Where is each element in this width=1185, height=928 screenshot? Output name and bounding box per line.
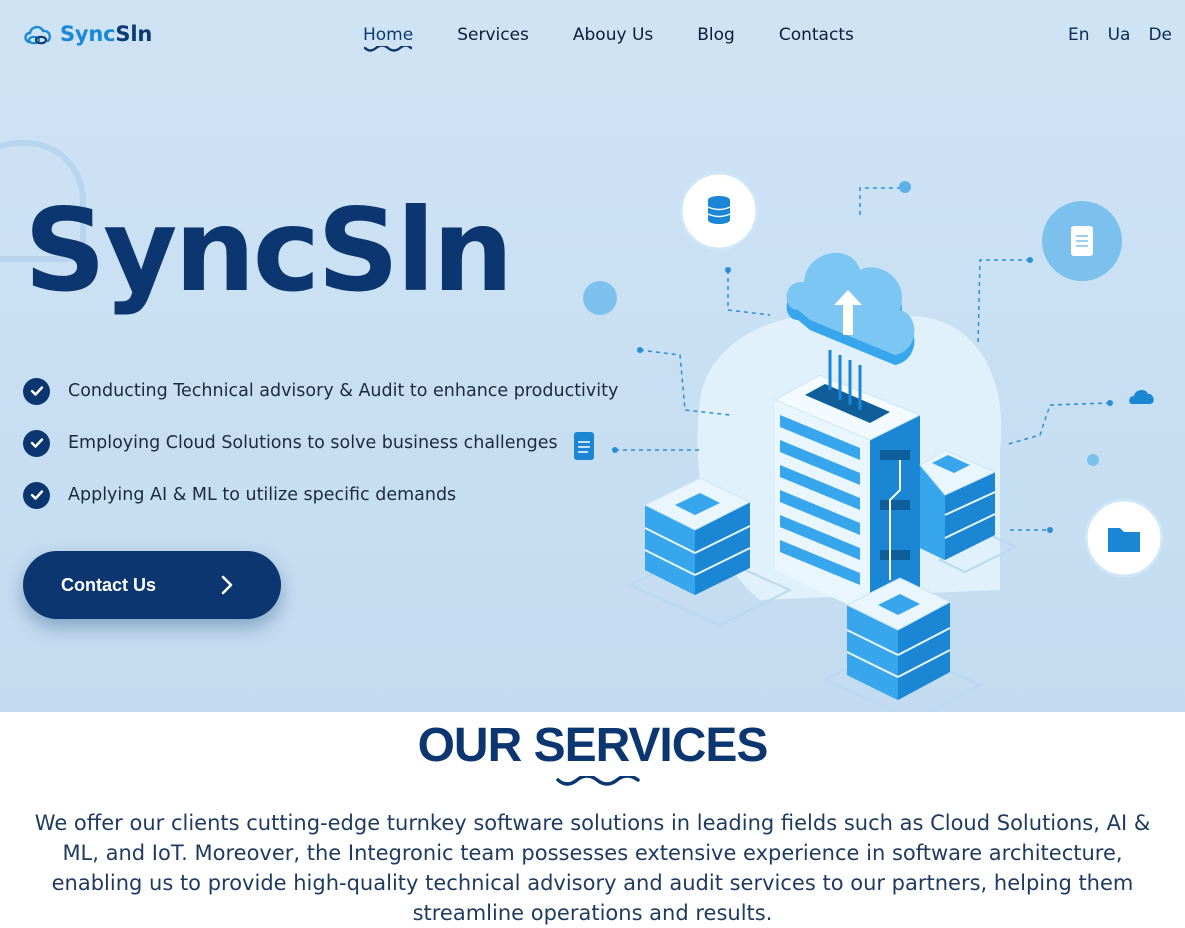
database-icon xyxy=(679,171,759,251)
logo[interactable]: SyncSln xyxy=(22,20,152,48)
feature-item: Employing Cloud Solutions to solve busin… xyxy=(23,417,618,469)
feature-text: Conducting Technical advisory & Audit to… xyxy=(68,381,619,401)
document-icon xyxy=(574,432,594,460)
services-title-wave xyxy=(556,776,640,786)
feature-text: Employing Cloud Solutions to solve busin… xyxy=(68,433,558,453)
main-nav: Home Services Abouy Us Blog Contacts xyxy=(363,25,898,45)
logo-text-part1: Sync xyxy=(60,22,116,46)
logo-text: SyncSln xyxy=(60,22,152,46)
active-nav-underline-wave xyxy=(364,46,412,52)
cloud-link-logo-icon xyxy=(24,25,51,45)
cloud-icon xyxy=(1129,390,1154,404)
document-icon xyxy=(1042,201,1122,281)
hero-title: SyncSln xyxy=(24,184,513,317)
contact-us-label: Contact Us xyxy=(61,574,157,595)
logo-text-part2: Sln xyxy=(115,22,153,46)
services-title: OUR SERVICES xyxy=(417,719,769,772)
server-cloud-illustration xyxy=(574,171,1164,712)
nav-blog[interactable]: Blog xyxy=(697,25,735,45)
lang-de[interactable]: De xyxy=(1148,25,1172,45)
feature-item: Applying AI & ML to utilize specific dem… xyxy=(23,469,618,521)
nav-services[interactable]: Services xyxy=(457,25,529,45)
check-icon xyxy=(23,481,50,509)
lang-ua[interactable]: Ua xyxy=(1108,25,1131,45)
services-description: We offer our clients cutting-edge turnke… xyxy=(34,811,1151,925)
language-switcher: En Ua De xyxy=(1068,25,1172,45)
nav-about[interactable]: Abouy Us xyxy=(573,25,653,45)
check-icon xyxy=(23,377,50,405)
feature-list: Conducting Technical advisory & Audit to… xyxy=(23,365,618,521)
feature-text: Applying AI & ML to utilize specific dem… xyxy=(68,485,457,505)
folder-icon xyxy=(1084,498,1164,578)
chevron-right-icon xyxy=(221,575,233,595)
feature-item: Conducting Technical advisory & Audit to… xyxy=(23,365,618,417)
check-icon xyxy=(23,429,50,457)
contact-us-button[interactable]: Contact Us xyxy=(23,551,281,619)
hero-section: SyncSln Home Services Abouy Us Blog Cont… xyxy=(0,0,1185,712)
nav-home[interactable]: Home xyxy=(363,25,413,45)
nav-contacts[interactable]: Contacts xyxy=(779,25,854,45)
lang-en[interactable]: En xyxy=(1068,25,1090,45)
